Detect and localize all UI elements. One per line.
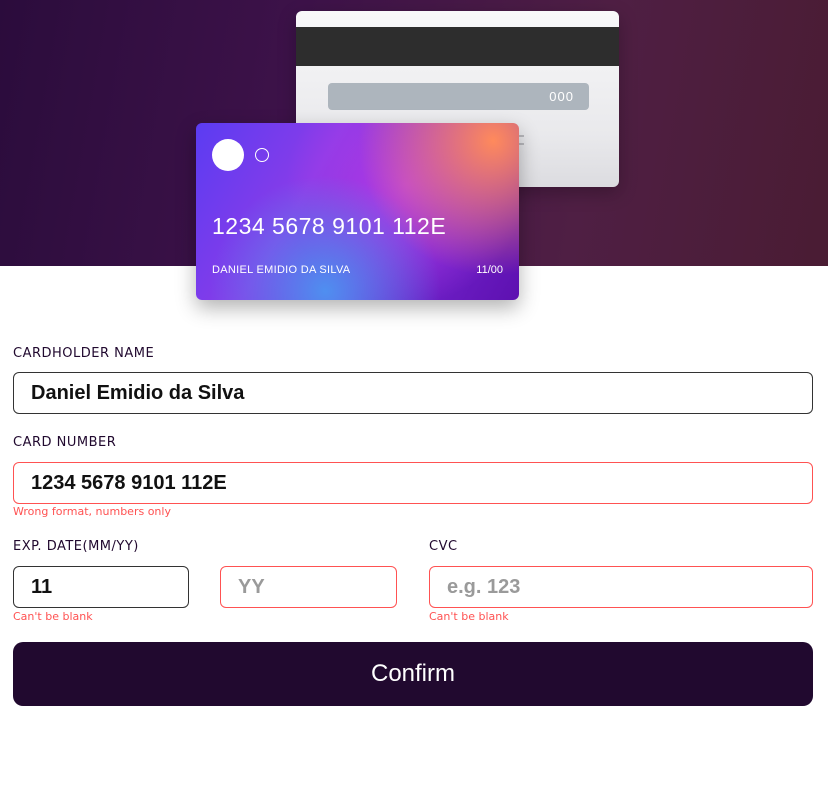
cvc-input[interactable] xyxy=(429,566,813,608)
card-front-expiry: 11/00 xyxy=(476,264,503,276)
card-number-error: Wrong format, numbers only xyxy=(13,505,171,518)
card-front: 1234 5678 9101 112E DANIEL EMIDIO DA SIL… xyxy=(196,123,519,300)
cvc-label: CVC xyxy=(429,539,458,554)
exp-date-error: Can't be blank xyxy=(13,610,93,623)
exp-month-input[interactable] xyxy=(13,566,189,608)
card-logo-ring-icon xyxy=(255,148,269,162)
cvc-error: Can't be blank xyxy=(429,610,509,623)
cardholder-name-input[interactable] xyxy=(13,372,813,414)
magnetic-stripe xyxy=(296,27,619,66)
card-number-input[interactable] xyxy=(13,462,813,504)
exp-year-input[interactable] xyxy=(220,566,397,608)
exp-date-label: EXP. DATE(MM/YY) xyxy=(13,539,139,554)
card-front-holder: DANIEL EMIDIO DA SILVA xyxy=(212,264,351,276)
cardholder-name-label: CARDHOLDER NAME xyxy=(13,346,155,361)
card-back-cvc: 000 xyxy=(328,83,589,110)
card-number-label: CARD NUMBER xyxy=(13,435,117,450)
confirm-button[interactable]: Confirm xyxy=(13,642,813,706)
card-logo-circle-icon xyxy=(212,139,244,171)
card-front-number: 1234 5678 9101 112E xyxy=(212,213,447,239)
